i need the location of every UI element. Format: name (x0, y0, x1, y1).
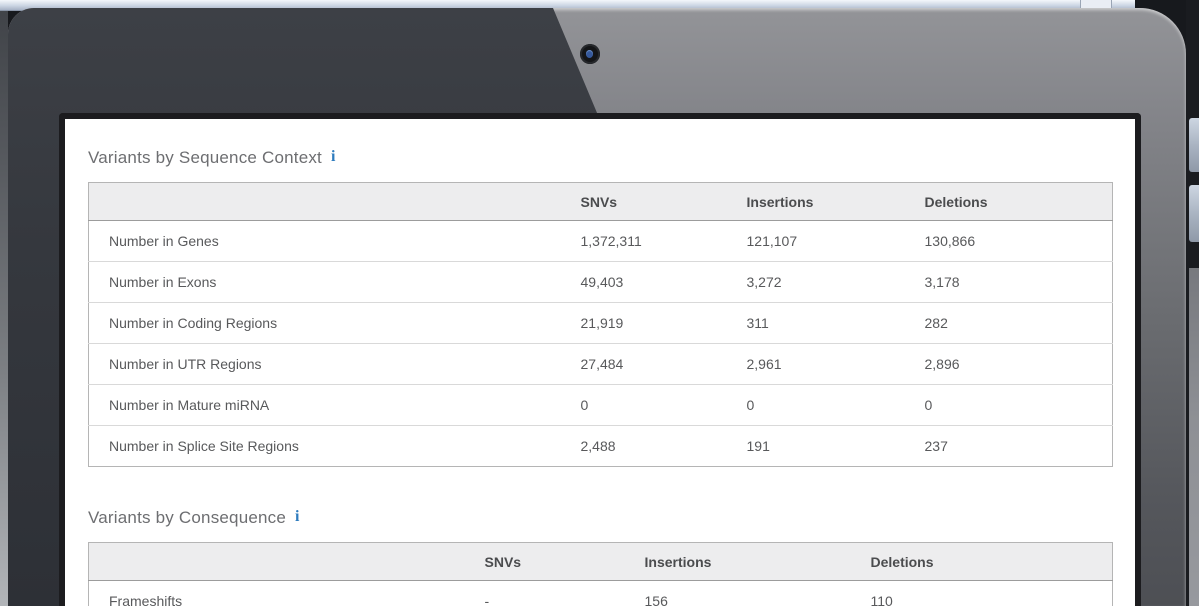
row-label: Number in Coding Regions (89, 303, 561, 344)
tablet-right-edge-highlight (1189, 268, 1199, 606)
col-header-empty (89, 183, 561, 221)
table-row: Number in Exons 49,403 3,272 3,178 (89, 262, 1113, 303)
table-row: Frameshifts - 156 110 (89, 581, 1113, 606)
row-label: Number in Genes (89, 221, 561, 262)
cell-insertions: 0 (727, 385, 905, 426)
cell-snvs: 27,484 (561, 344, 727, 385)
cell-deletions: 110 (851, 581, 1113, 606)
device-mockup: Variants by Sequence Context i SNVs Inser… (0, 0, 1199, 606)
variants-by-sequence-context-table: SNVs Insertions Deletions Number in Gene… (88, 182, 1113, 467)
row-label: Frameshifts (89, 581, 465, 606)
cell-snvs: - (465, 581, 625, 606)
camera-icon (580, 44, 600, 64)
cell-deletions: 2,896 (905, 344, 1113, 385)
cell-deletions: 282 (905, 303, 1113, 344)
cell-snvs: 1,372,311 (561, 221, 727, 262)
row-label: Number in UTR Regions (89, 344, 561, 385)
table-header-row: SNVs Insertions Deletions (89, 183, 1113, 221)
tablet-screen: Variants by Sequence Context i SNVs Inser… (59, 113, 1141, 606)
col-header-insertions: Insertions (625, 543, 851, 581)
cell-snvs: 0 (561, 385, 727, 426)
row-label: Number in Splice Site Regions (89, 426, 561, 467)
col-header-deletions: Deletions (905, 183, 1113, 221)
cell-deletions: 130,866 (905, 221, 1113, 262)
table-row: Number in Mature miRNA 0 0 0 (89, 385, 1113, 426)
cell-insertions: 311 (727, 303, 905, 344)
section-title-sequence-context: Variants by Sequence Context i (88, 147, 1112, 169)
info-icon[interactable]: i (295, 509, 300, 525)
page-title: Variants by Sequence Context (88, 148, 322, 167)
cell-deletions: 3,178 (905, 262, 1113, 303)
table-header-row: SNVs Insertions Deletions (89, 543, 1113, 581)
page-title: Variants by Consequence (88, 508, 286, 527)
cell-snvs: 49,403 (561, 262, 727, 303)
table-row: Number in Coding Regions 21,919 311 282 (89, 303, 1113, 344)
col-header-insertions: Insertions (727, 183, 905, 221)
info-icon[interactable]: i (331, 149, 336, 165)
variants-by-consequence-table: SNVs Insertions Deletions Frameshifts - … (88, 542, 1113, 606)
row-label: Number in Mature miRNA (89, 385, 561, 426)
col-header-snvs: SNVs (465, 543, 625, 581)
cell-deletions: 237 (905, 426, 1113, 467)
row-label: Number in Exons (89, 262, 561, 303)
cell-snvs: 21,919 (561, 303, 727, 344)
tablet-left-edge (0, 0, 8, 606)
cell-snvs: 2,488 (561, 426, 727, 467)
side-button-top (1189, 118, 1199, 172)
camera-lens-icon (586, 50, 593, 58)
side-button-bottom (1189, 185, 1199, 242)
cell-insertions: 121,107 (727, 221, 905, 262)
col-header-deletions: Deletions (851, 543, 1113, 581)
section-title-consequence: Variants by Consequence i (88, 507, 1112, 529)
table-row: Number in UTR Regions 27,484 2,961 2,896 (89, 344, 1113, 385)
cell-insertions: 2,961 (727, 344, 905, 385)
cell-insertions: 3,272 (727, 262, 905, 303)
col-header-empty (89, 543, 465, 581)
col-header-snvs: SNVs (561, 183, 727, 221)
table-row: Number in Genes 1,372,311 121,107 130,86… (89, 221, 1113, 262)
table-row: Number in Splice Site Regions 2,488 191 … (89, 426, 1113, 467)
page-content: Variants by Sequence Context i SNVs Inser… (65, 119, 1135, 606)
cell-deletions: 0 (905, 385, 1113, 426)
cell-insertions: 156 (625, 581, 851, 606)
cell-insertions: 191 (727, 426, 905, 467)
